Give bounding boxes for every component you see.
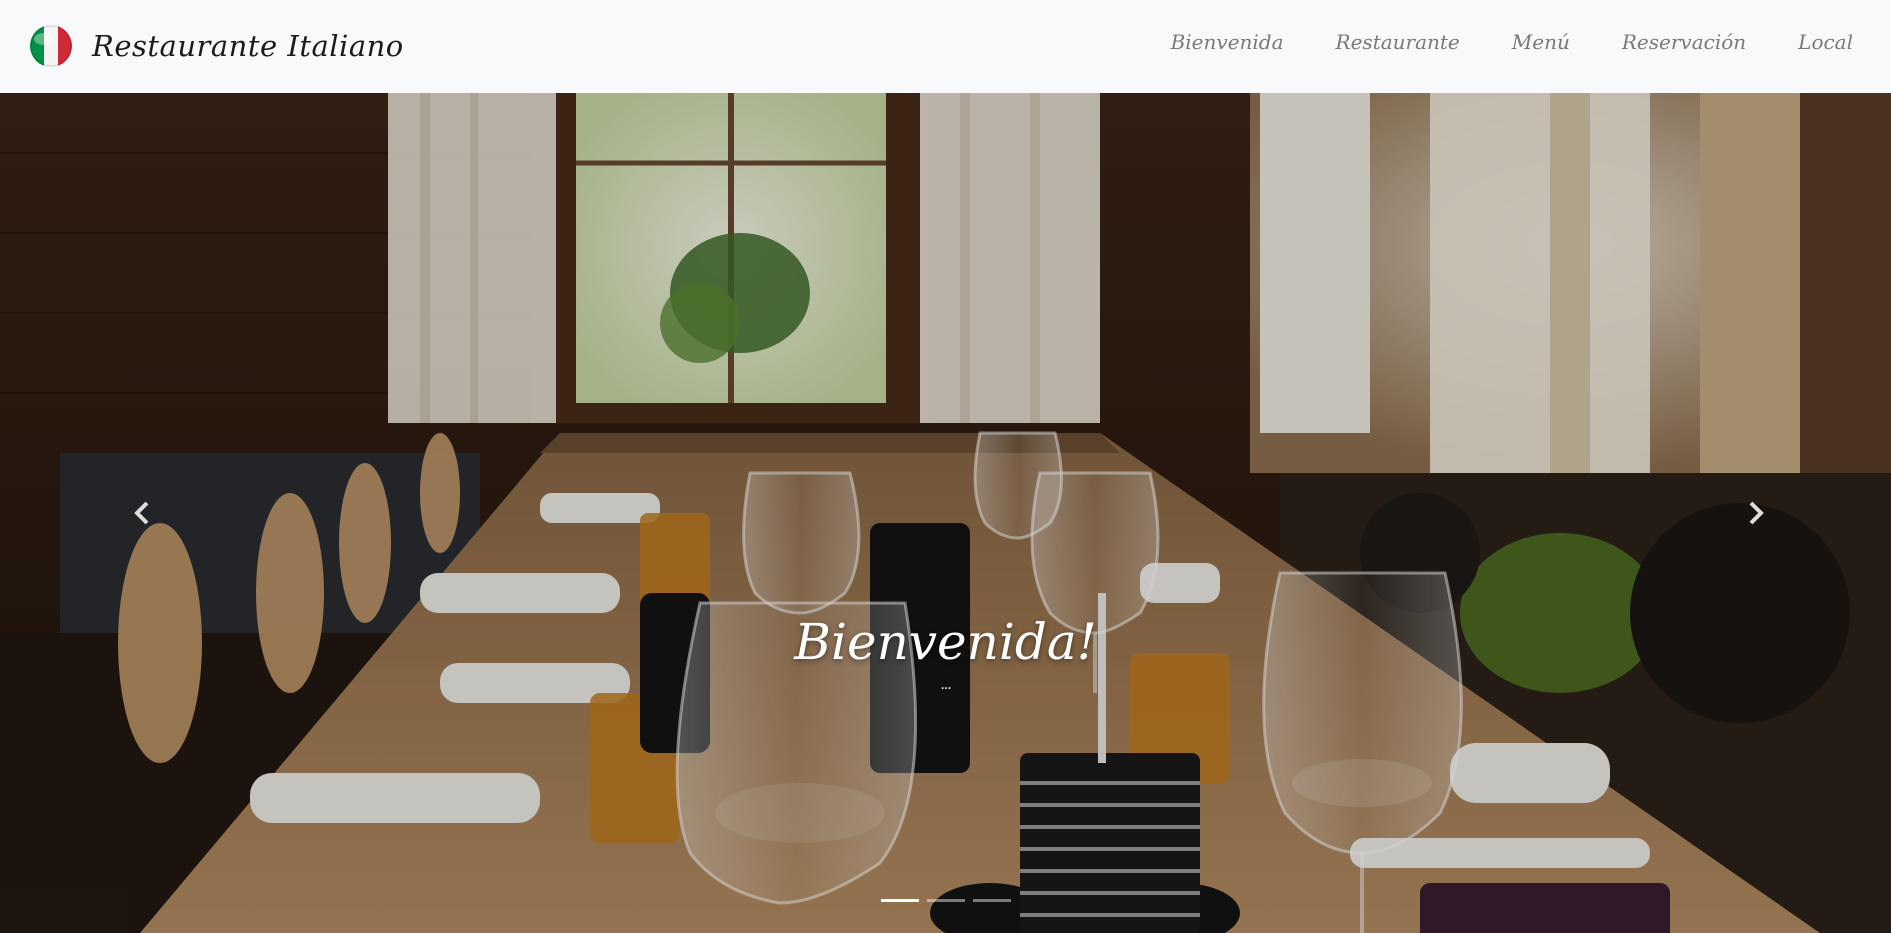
nav-link-menu[interactable]: Menú (1512, 30, 1570, 54)
carousel-indicator-2[interactable] (926, 899, 965, 902)
carousel-indicator-3[interactable] (972, 899, 1011, 902)
nav-link-restaurante[interactable]: Restaurante (1336, 30, 1460, 54)
nav-links: Bienvenida Restaurante Menú Reservación … (1119, 30, 1853, 54)
carousel-next-button[interactable] (1676, 93, 1836, 933)
nav-link-reservacion[interactable]: Reservación (1622, 30, 1746, 54)
caption-title: Bienvenida! (794, 613, 1097, 671)
brand-name: Restaurante Italiano (92, 29, 404, 63)
carousel-indicators (0, 899, 1891, 902)
caption-subtitle: ... (940, 677, 951, 693)
nav-link-local[interactable]: Local (1798, 30, 1853, 54)
brand-link[interactable]: Restaurante Italiano (30, 24, 404, 68)
hero-carousel: Bienvenida! ... (0, 93, 1891, 933)
hero-overlay (0, 93, 1891, 933)
italian-flag-icon (30, 25, 72, 67)
chevron-right-icon (1749, 501, 1764, 525)
chevron-left-icon (134, 501, 149, 525)
nav-link-bienvenida[interactable]: Bienvenida (1171, 30, 1284, 54)
carousel-caption: Bienvenida! ... (0, 613, 1891, 693)
navbar: Restaurante Italiano Bienvenida Restaura… (0, 0, 1891, 93)
carousel-indicator-1[interactable] (880, 899, 919, 902)
carousel-prev-button[interactable] (62, 93, 222, 933)
